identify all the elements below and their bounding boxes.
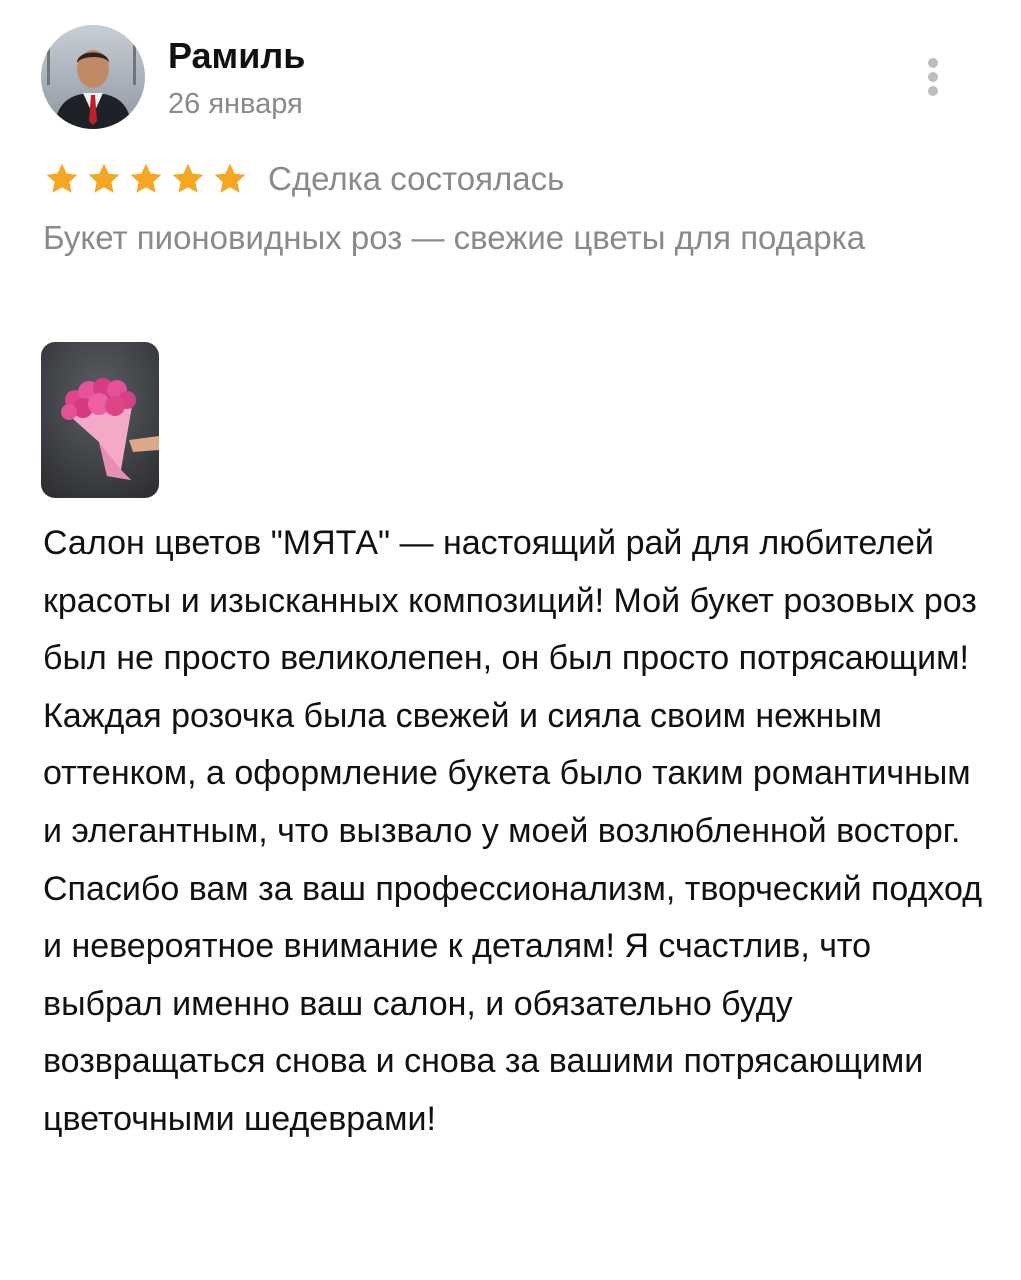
review-body-text: Салон цветов "МЯТА" — настоящий рай для … (43, 524, 983, 1138)
deal-status: Сделка состоялась (268, 160, 565, 197)
star-icon (170, 161, 206, 197)
star-icon (86, 161, 122, 197)
review-date: 26 января (168, 88, 303, 120)
bouquet-image (41, 342, 159, 498)
star-icon (128, 161, 164, 197)
star-icon (212, 161, 248, 197)
author-name[interactable]: Рамиль (168, 34, 305, 78)
star-rating (44, 161, 254, 197)
vertical-dots-icon (928, 58, 938, 68)
product-title[interactable]: Букет пионовидных роз — свежие цветы для… (43, 212, 943, 264)
review-photo[interactable] (41, 342, 159, 498)
review-card: Рамиль 26 января Сделка состоялась Букет… (0, 0, 1021, 1280)
avatar-photo (41, 25, 145, 129)
avatar[interactable] (41, 25, 145, 129)
more-options-button[interactable] (916, 54, 950, 100)
star-icon (44, 161, 80, 197)
rating-row: Сделка состоялась (44, 156, 564, 202)
